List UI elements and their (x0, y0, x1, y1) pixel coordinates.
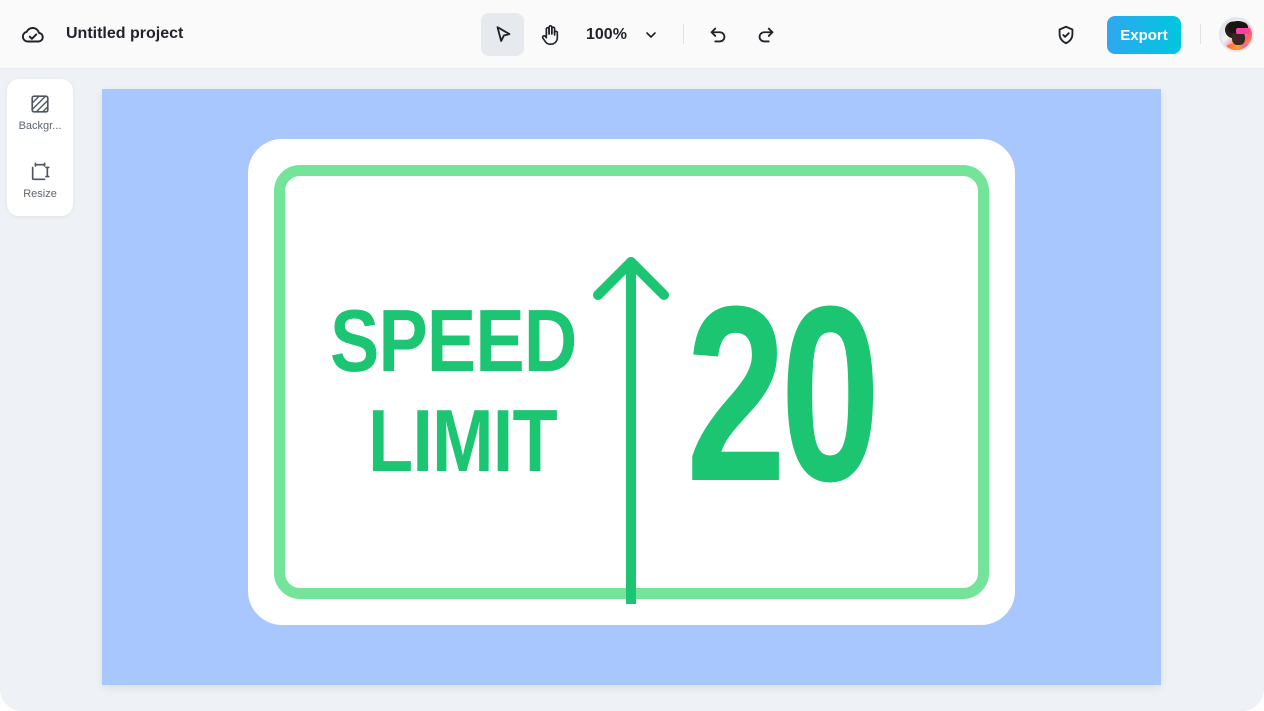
sidebar-item-resize[interactable]: Resize (7, 157, 73, 217)
sidebar-item-background[interactable]: Backgr... (7, 89, 73, 149)
arrow-up-icon[interactable] (591, 254, 671, 604)
undo-button[interactable] (703, 20, 733, 50)
hand-icon (541, 24, 559, 45)
avatar-visor (1236, 28, 1250, 34)
select-tool-button[interactable] (481, 13, 524, 56)
hand-tool-button[interactable] (530, 13, 570, 56)
chevron-down-icon (646, 32, 656, 38)
export-button[interactable]: Export (1107, 16, 1181, 54)
top-toolbar: Untitled project 100% Export (0, 0, 1264, 69)
shield-button[interactable] (1051, 20, 1081, 50)
sign-text-limit[interactable]: LIMIT (368, 397, 558, 485)
cloud-check-icon[interactable] (18, 20, 48, 50)
sidebar-item-label: Backgr... (18, 120, 62, 132)
undo-icon (710, 27, 726, 43)
zoom-level[interactable]: 100% (586, 26, 627, 44)
shield-check-icon (1058, 25, 1074, 45)
toolbar-divider (1200, 24, 1201, 44)
sign-speed-number[interactable]: 20 (686, 269, 880, 519)
pointer-icon (496, 25, 510, 42)
editor-app: Untitled project 100% Export Backgr... R… (0, 0, 1264, 711)
design-canvas[interactable]: SPEED LIMIT 20 (102, 89, 1161, 685)
side-panel: Backgr... Resize (7, 79, 73, 216)
toolbar-divider (683, 24, 684, 44)
redo-button[interactable] (751, 20, 781, 50)
sign-background[interactable]: SPEED LIMIT 20 (248, 139, 1015, 625)
sidebar-item-label: Resize (23, 188, 57, 200)
zoom-dropdown[interactable] (639, 22, 663, 48)
background-icon (31, 95, 49, 113)
redo-icon (758, 27, 774, 43)
resize-icon (31, 162, 50, 181)
user-avatar[interactable] (1219, 17, 1254, 52)
sign-text-speed[interactable]: SPEED (330, 297, 577, 385)
project-title[interactable]: Untitled project (66, 25, 183, 43)
